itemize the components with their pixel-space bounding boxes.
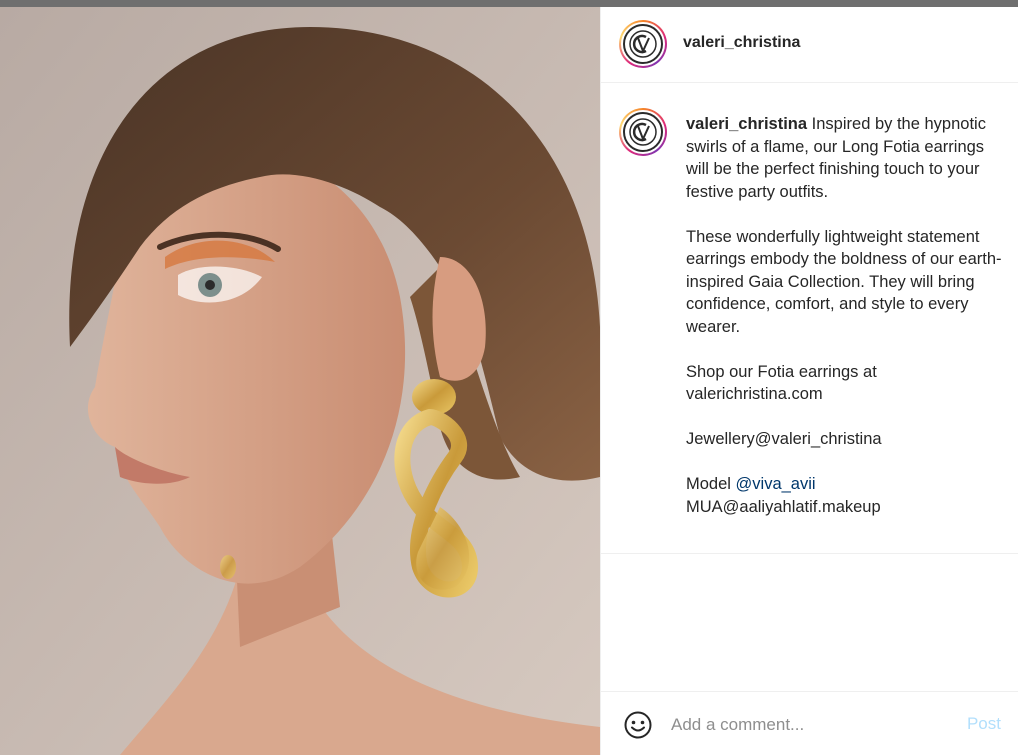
header-username-link[interactable]: valeri_christina: [683, 34, 800, 52]
caption-section: valeri_christina Inspired by the hypnoti…: [601, 84, 1018, 554]
post-photo[interactable]: [0, 7, 600, 755]
browser-top-strip: [0, 0, 1018, 7]
post-photo-illustration: [0, 7, 600, 755]
model-mention-link[interactable]: @viva_avii: [736, 475, 816, 493]
post-comment-button[interactable]: Post: [967, 714, 1001, 734]
brand-logo-icon: [623, 112, 663, 152]
caption-jewellery-credit: Jewellery@valeri_christina: [686, 430, 882, 448]
comment-bar: Post: [601, 691, 1018, 755]
caption-paragraph-3: Shop our Fotia earrings at valerichristi…: [686, 362, 877, 404]
comment-input[interactable]: [671, 712, 951, 738]
post-header: valeri_christina: [601, 7, 1018, 83]
caption-avatar[interactable]: [619, 108, 667, 156]
caption-username-link[interactable]: valeri_christina: [686, 115, 807, 133]
caption-mua-credit: MUA@aaliyahlatif.makeup: [686, 497, 881, 516]
caption-model-credit: Model @viva_avii: [686, 475, 816, 493]
post-side-panel: valeri_christina valeri_christina Inspir…: [600, 7, 1018, 755]
smiley-face-icon[interactable]: [623, 710, 653, 740]
avatar[interactable]: [619, 20, 667, 68]
post-caption: valeri_christina Inspired by the hypnoti…: [686, 113, 1006, 518]
caption-paragraph-2: These wonderfully lightweight statement …: [686, 227, 1002, 336]
brand-logo-icon: [623, 24, 663, 64]
